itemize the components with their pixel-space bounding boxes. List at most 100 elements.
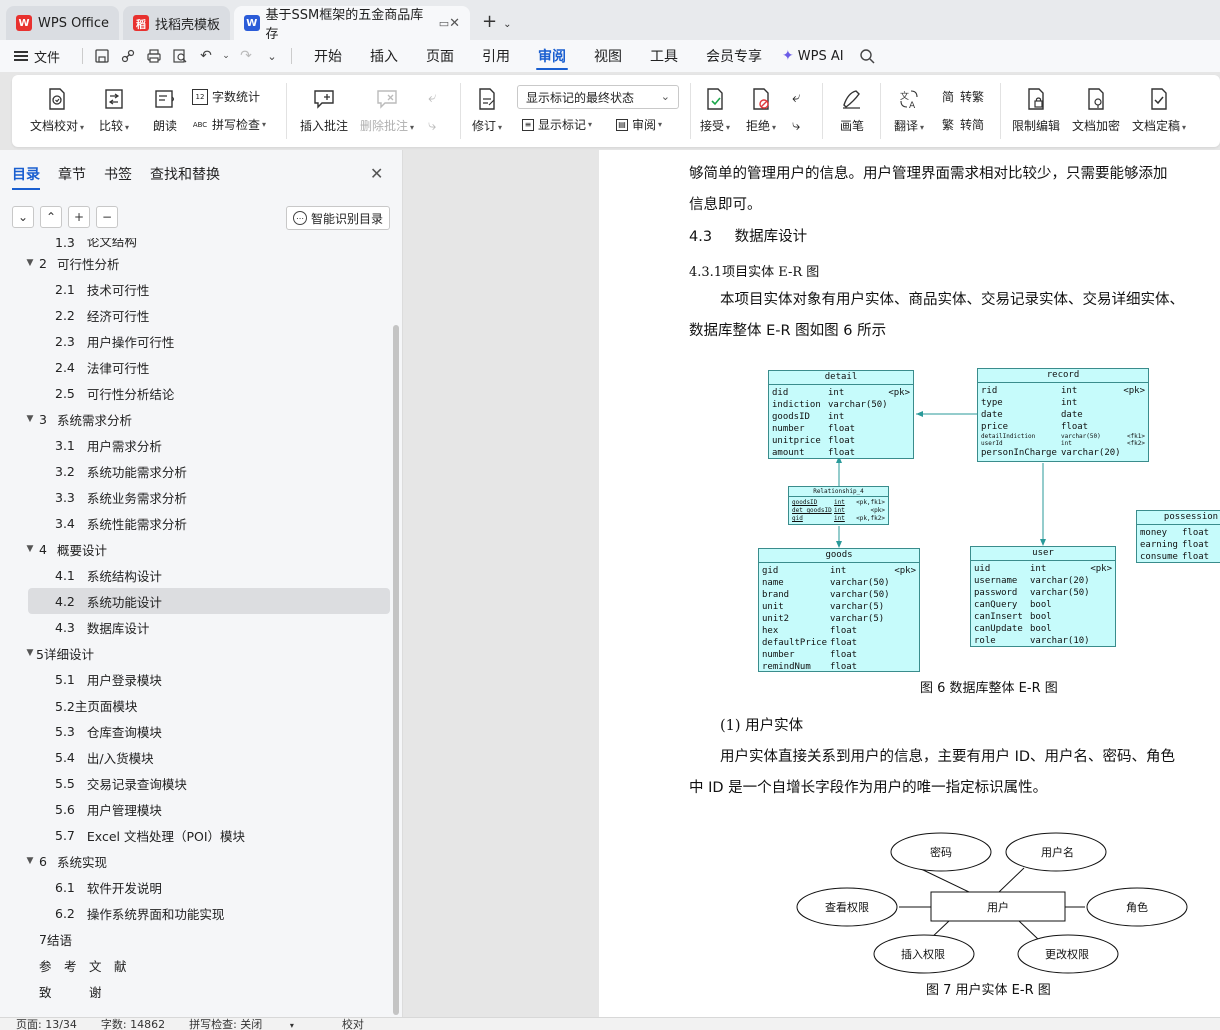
toc-item[interactable]: ▼ 3 系统需求分析 <box>0 406 392 432</box>
expand-triangle-icon[interactable]: ▼ <box>24 856 36 866</box>
tab-document[interactable]: W 基于SSM框架的五金商品库存 ▭ ✕ <box>234 6 471 42</box>
restrict-editing-button[interactable]: 限制编辑 <box>1012 85 1060 134</box>
toc-item[interactable]: 5.2主页面模块 <box>0 692 392 718</box>
save-icon[interactable] <box>91 45 113 67</box>
expand-triangle-icon[interactable]: ▼ <box>24 258 36 268</box>
accept-button[interactable]: 接受 ▾ <box>700 85 730 134</box>
toc-item[interactable]: ▼ 2 可行性分析 <box>0 250 392 276</box>
print-preview-icon[interactable] <box>169 45 191 67</box>
nav-tab-bookmarks[interactable]: 书签 <box>104 164 132 190</box>
file-menu[interactable]: 文件 <box>14 47 60 66</box>
new-tab-icon[interactable]: + <box>482 11 497 32</box>
next-change-icon[interactable]: ⤷ <box>792 116 800 134</box>
toc-item[interactable]: 参 考 文 献 <box>0 952 392 978</box>
toc-item[interactable]: 5.6 用户管理模块 <box>0 796 392 822</box>
nav-tab-toc[interactable]: 目录 <box>12 164 40 190</box>
expand-triangle-icon[interactable]: ▼ <box>24 544 36 554</box>
word-count-indicator[interactable]: 字数: 14862 <box>101 1018 165 1030</box>
menu-member[interactable]: 会员专享 <box>692 40 776 72</box>
toc-item[interactable]: 6.1 软件开发说明 <box>0 874 392 900</box>
collapse-up-button[interactable]: ⌃ <box>40 206 62 228</box>
compare-button[interactable]: 比较 ▾ <box>99 85 129 134</box>
review-pane-button[interactable]: ▤ 审阅 ▾ <box>616 116 662 133</box>
toc-item[interactable]: 3.2 系统功能需求分析 <box>0 458 392 484</box>
nav-scrollbar[interactable] <box>393 325 399 1015</box>
encrypt-button[interactable]: 文档加密 <box>1072 85 1120 134</box>
more-quick-access-icon[interactable]: ⌄ <box>261 45 283 67</box>
toc-item[interactable]: 7 结语 <box>0 926 392 952</box>
next-comment-icon[interactable]: ⤷ <box>428 116 436 134</box>
toc-item[interactable]: 4.3 数据库设计 <box>0 614 392 640</box>
add-heading-button[interactable]: + <box>68 206 90 228</box>
nav-tab-chapters[interactable]: 章节 <box>58 164 86 190</box>
menu-review[interactable]: 审阅 <box>524 40 580 72</box>
tab-wps-office[interactable]: W WPS Office <box>6 6 120 40</box>
toc-item[interactable]: 2.1 技术可行性 <box>0 276 392 302</box>
insert-comment-button[interactable]: 插入批注 <box>300 85 348 134</box>
expand-down-button[interactable]: ⌄ <box>12 206 34 228</box>
wps-ai-button[interactable]: ✦ WPS AI <box>782 48 844 64</box>
prev-change-icon[interactable]: ⤶ <box>792 88 800 106</box>
toc-item[interactable]: 致 谢 <box>0 978 392 1004</box>
toc-item[interactable]: 2.3 用户操作可行性 <box>0 328 392 354</box>
read-aloud-button[interactable]: 朗读 <box>151 85 179 134</box>
word-count-button[interactable]: 12 字数统计 <box>192 88 260 105</box>
menu-view[interactable]: 视图 <box>580 40 636 72</box>
pen-button[interactable]: 画笔 <box>838 85 866 134</box>
delete-comment-button[interactable]: 删除批注 ▾ <box>360 85 414 134</box>
menu-page[interactable]: 页面 <box>412 40 468 72</box>
share-link-icon[interactable] <box>117 45 139 67</box>
document-page[interactable]: 够简单的管理用户的信息。用户管理界面需求相对比较少，只需要能够添加 信息即可。 … <box>599 150 1220 1017</box>
menu-reference[interactable]: 引用 <box>468 40 524 72</box>
toc-item[interactable]: ▼ 4 概要设计 <box>0 536 392 562</box>
toc-item[interactable]: 5.1 用户登录模块 <box>0 666 392 692</box>
proofread-status[interactable]: 校对 <box>342 1018 364 1030</box>
toc-item[interactable]: 3.1 用户需求分析 <box>0 432 392 458</box>
redo-icon[interactable]: ↷ <box>235 45 257 67</box>
show-markup-button[interactable]: ≡ 显示标记 ▾ <box>522 116 592 133</box>
expand-triangle-icon[interactable]: ▼ <box>24 414 36 424</box>
expand-triangle-icon[interactable]: ▼ <box>24 648 36 658</box>
menu-insert[interactable]: 插入 <box>356 40 412 72</box>
close-tab-icon[interactable]: ✕ <box>449 16 460 31</box>
nav-tab-find-replace[interactable]: 查找和替换 <box>150 164 220 190</box>
close-icon[interactable]: ✕ <box>370 164 383 183</box>
to-traditional-button[interactable]: 简 转繁 <box>940 88 984 105</box>
finalize-button[interactable]: 文档定稿 ▾ <box>1132 85 1186 134</box>
undo-dropdown-icon[interactable]: ⌄ <box>221 45 231 67</box>
search-icon[interactable] <box>856 45 878 67</box>
toc-item[interactable]: 2.4 法律可行性 <box>0 354 392 380</box>
toc-item[interactable]: 3.4 系统性能需求分析 <box>0 510 392 536</box>
print-icon[interactable] <box>143 45 165 67</box>
toc-item[interactable]: 5.4 出/入货模块 <box>0 744 392 770</box>
toc-item[interactable]: 3.3 系统业务需求分析 <box>0 484 392 510</box>
toc-item[interactable]: ▼ 6 系统实现 <box>0 848 392 874</box>
toc-item[interactable]: 5.3 仓库查询模块 <box>0 718 392 744</box>
track-changes-button[interactable]: 修订 ▾ <box>472 85 502 134</box>
spell-check-button[interactable]: ABC 拼写检查 ▾ <box>192 116 266 133</box>
page-indicator[interactable]: 页面: 13/34 <box>16 1018 77 1030</box>
doc-check-button[interactable]: 文档校对 ▾ <box>30 85 84 134</box>
spell-check-status[interactable]: 拼写检查: 关闭 ▾ <box>189 1018 318 1030</box>
menu-tools[interactable]: 工具 <box>636 40 692 72</box>
to-simplified-button[interactable]: 繁 转简 <box>940 116 984 133</box>
toc-item[interactable]: 5.5 交易记录查询模块 <box>0 770 392 796</box>
undo-icon[interactable]: ↶ <box>195 45 217 67</box>
toc-item[interactable]: 1.3 论文结构 <box>0 238 392 250</box>
tab-template[interactable]: 稻 找稻壳模板 <box>123 6 231 40</box>
toc-item[interactable]: 2.5 可行性分析结论 <box>0 380 392 406</box>
toc-item[interactable]: 4.1 系统结构设计 <box>0 562 392 588</box>
toc-item[interactable]: 5.7 Excel 文档处理（POI）模块 <box>0 822 392 848</box>
toc-item[interactable]: 6.2 操作系统界面和功能实现 <box>0 900 392 926</box>
remove-heading-button[interactable]: − <box>96 206 118 228</box>
menu-home[interactable]: 开始 <box>300 40 356 72</box>
prev-comment-icon[interactable]: ⤶ <box>428 88 436 106</box>
markup-state-select[interactable]: 显示标记的最终状态 ⌄ <box>517 85 679 109</box>
translate-button[interactable]: 文A 翻译 ▾ <box>894 85 924 134</box>
toc-item[interactable]: 2.2 经济可行性 <box>0 302 392 328</box>
smart-toc-button[interactable]: ⋯ 智能识别目录 <box>286 206 390 230</box>
toc-item[interactable]: ▼ 5详细设计 <box>0 640 392 666</box>
tab-dropdown-icon[interactable]: ⌄ <box>503 19 511 30</box>
toc-item[interactable]: 4.2 系统功能设计 <box>28 588 390 614</box>
reject-button[interactable]: 拒绝 ▾ <box>746 85 776 134</box>
